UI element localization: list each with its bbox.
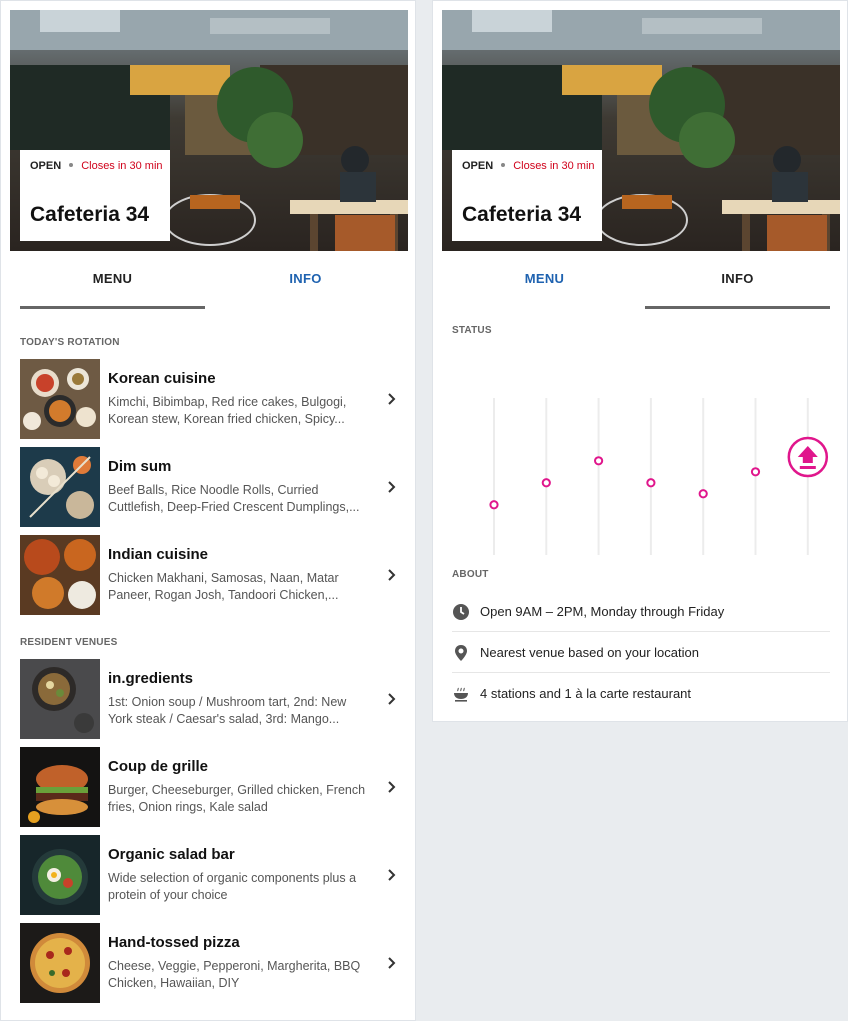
item-title: Coup de grille — [108, 758, 209, 775]
resident-section-label: RESIDENT VENUES — [20, 637, 118, 648]
hero-image: OPEN Closes in 30 min Cafeteria 34 — [442, 10, 840, 251]
item-title: in.gredients — [108, 670, 194, 687]
chevron-right-icon — [388, 957, 396, 969]
venue-name: Cafeteria 34 — [30, 203, 150, 226]
stations-row: 4 stations and 1 à la carte restaurant — [452, 673, 830, 712]
closing-time: Closes in 30 min — [513, 160, 595, 172]
item-title: Hand-tossed pizza — [108, 934, 240, 951]
dish-icon — [454, 687, 468, 702]
item-description: Beef Balls, Rice Noodle Rolls, Curried C… — [108, 483, 360, 514]
chevron-right-icon — [388, 569, 396, 581]
chevron-right-icon — [388, 693, 396, 705]
chevron-right-icon — [388, 869, 396, 881]
pizza-thumbnail — [20, 923, 100, 1003]
list-item[interactable]: Korean cuisine Kimchi, Bibimbap, Red ric… — [20, 359, 398, 439]
venue-name: Cafeteria 34 — [462, 203, 582, 226]
chart-point — [698, 489, 708, 499]
item-title: Indian cuisine — [108, 546, 209, 563]
list-item[interactable]: Organic salad bar Wide selection of orga… — [20, 835, 398, 915]
chart-point — [646, 478, 656, 488]
status-chart — [489, 398, 829, 555]
list-item[interactable]: Coup de grille Burger, Cheeseburger, Gri… — [20, 747, 398, 827]
item-description: Wide selection of organic components plu… — [108, 871, 357, 902]
list-item[interactable]: in.gredients 1st: Onion soup / Mushroom … — [20, 659, 398, 739]
item-title: Organic salad bar — [108, 846, 235, 863]
tab-info[interactable]: INFO — [645, 251, 830, 309]
hours-row: Open 9AM – 2PM, Monday through Friday — [452, 591, 830, 632]
chart-point — [541, 478, 551, 488]
status-row: OPEN Closes in 30 min — [30, 160, 163, 172]
item-title: Korean cuisine — [108, 370, 216, 387]
location-pin-icon — [455, 645, 467, 661]
status-separator-dot — [69, 163, 74, 168]
list-item[interactable]: Indian cuisine Chicken Makhani, Samosas,… — [20, 535, 398, 615]
item-description: Cheese, Veggie, Pepperoni, Margherita, B… — [108, 959, 361, 990]
closing-time: Closes in 30 min — [81, 160, 163, 172]
info-screen: OPEN Closes in 30 min Cafeteria 34 MENU I… — [432, 0, 848, 722]
open-status: OPEN — [30, 160, 62, 172]
tab-bar: MENU INFO — [452, 251, 830, 309]
venue-title-box: OPEN Closes in 30 min Cafeteria 34 — [20, 150, 170, 241]
tab-menu[interactable]: MENU — [20, 251, 205, 309]
item-description: Burger, Cheeseburger, Grilled chicken, F… — [108, 783, 366, 814]
status-row: OPEN Closes in 30 min — [462, 160, 595, 172]
tab-info[interactable]: INFO — [213, 251, 398, 309]
indian-cuisine-thumbnail — [20, 535, 100, 615]
item-description: 1st: Onion soup / Mushroom tart, 2nd: Ne… — [108, 695, 347, 726]
stations-text: 4 stations and 1 à la carte restaurant — [480, 686, 692, 701]
rotation-section-label: TODAY'S ROTATION — [20, 337, 120, 348]
tab-bar: MENU INFO — [20, 251, 398, 309]
clock-icon — [453, 604, 469, 620]
venue-title-box: OPEN Closes in 30 min Cafeteria 34 — [452, 150, 602, 241]
hero-image: OPEN Closes in 30 min Cafeteria 34 — [10, 10, 408, 251]
item-description: Kimchi, Bibimbap, Red rice cakes, Bulgog… — [108, 395, 347, 426]
open-status: OPEN — [462, 160, 494, 172]
list-item[interactable]: Hand-tossed pizza Cheese, Veggie, Pepper… — [20, 923, 398, 1003]
about-section-label: ABOUT — [452, 569, 489, 580]
status-separator-dot — [501, 163, 506, 168]
dim-sum-thumbnail — [20, 447, 100, 527]
chevron-right-icon — [388, 393, 396, 405]
tab-menu[interactable]: MENU — [452, 251, 637, 309]
coup-de-grille-thumbnail — [20, 747, 100, 827]
venue-card: OPEN Closes in 30 min Cafeteria 34 MENU I… — [10, 10, 408, 1011]
location-row: Nearest venue based on your location — [452, 632, 830, 673]
hours-text: Open 9AM – 2PM, Monday through Friday — [480, 604, 725, 619]
item-title: Dim sum — [108, 458, 172, 475]
chart-point — [750, 467, 761, 477]
list-item[interactable]: Dim sum Beef Balls, Rice Noodle Rolls, C… — [20, 447, 398, 527]
menu-screen: OPEN Closes in 30 min Cafeteria 34 MENU I… — [0, 0, 416, 1021]
location-text: Nearest venue based on your location — [480, 645, 699, 660]
salad-bar-thumbnail — [20, 835, 100, 915]
chart-point — [489, 500, 499, 510]
venue-card: OPEN Closes in 30 min Cafeteria 34 MENU I… — [442, 10, 840, 712]
chevron-right-icon — [388, 781, 396, 793]
ingredients-thumbnail — [20, 659, 100, 739]
item-description: Chicken Makhani, Samosas, Naan, Matar Pa… — [108, 571, 339, 602]
chevron-right-icon — [388, 481, 396, 493]
korean-cuisine-thumbnail — [20, 359, 100, 439]
chart-point — [594, 456, 604, 466]
up-arrow-base — [799, 466, 816, 469]
status-section-label: STATUS — [452, 325, 492, 336]
